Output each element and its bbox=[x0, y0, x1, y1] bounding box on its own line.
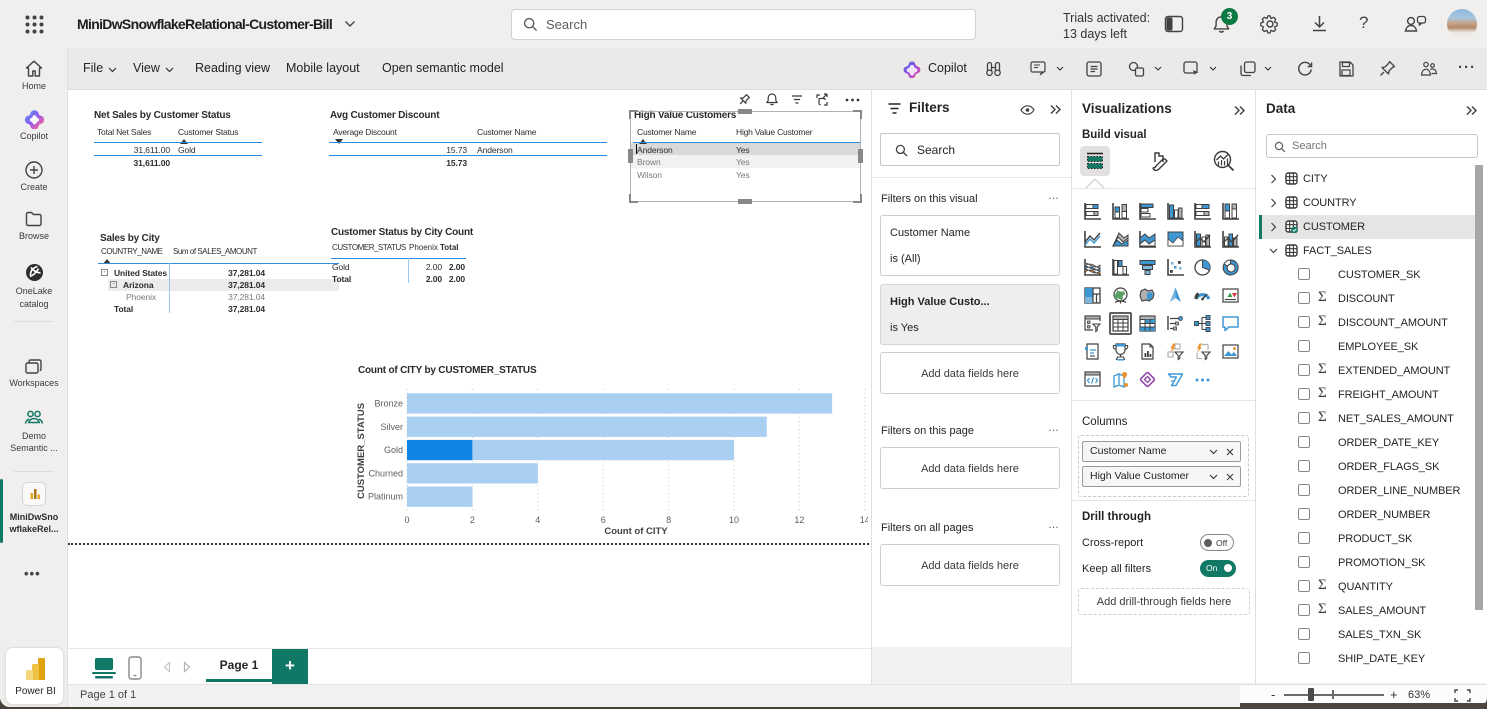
svg-text:12: 12 bbox=[794, 515, 804, 525]
svg-text:Churned: Churned bbox=[368, 468, 403, 478]
svg-text:Bronze: Bronze bbox=[374, 399, 403, 409]
svg-text:0: 0 bbox=[404, 515, 409, 525]
svg-text:8: 8 bbox=[666, 515, 671, 525]
svg-text:Silver: Silver bbox=[380, 422, 403, 432]
svg-text:4: 4 bbox=[535, 515, 540, 525]
svg-text:Count of CITY: Count of CITY bbox=[604, 526, 668, 535]
svg-text:CUSTOMER_STATUS: CUSTOMER_STATUS bbox=[356, 403, 367, 499]
svg-text:2: 2 bbox=[470, 515, 475, 525]
svg-text:6: 6 bbox=[601, 515, 606, 525]
svg-text:10: 10 bbox=[729, 515, 739, 525]
svg-text:Gold: Gold bbox=[384, 445, 403, 455]
svg-text:Platinum: Platinum bbox=[368, 492, 403, 502]
svg-text:14: 14 bbox=[860, 515, 868, 525]
